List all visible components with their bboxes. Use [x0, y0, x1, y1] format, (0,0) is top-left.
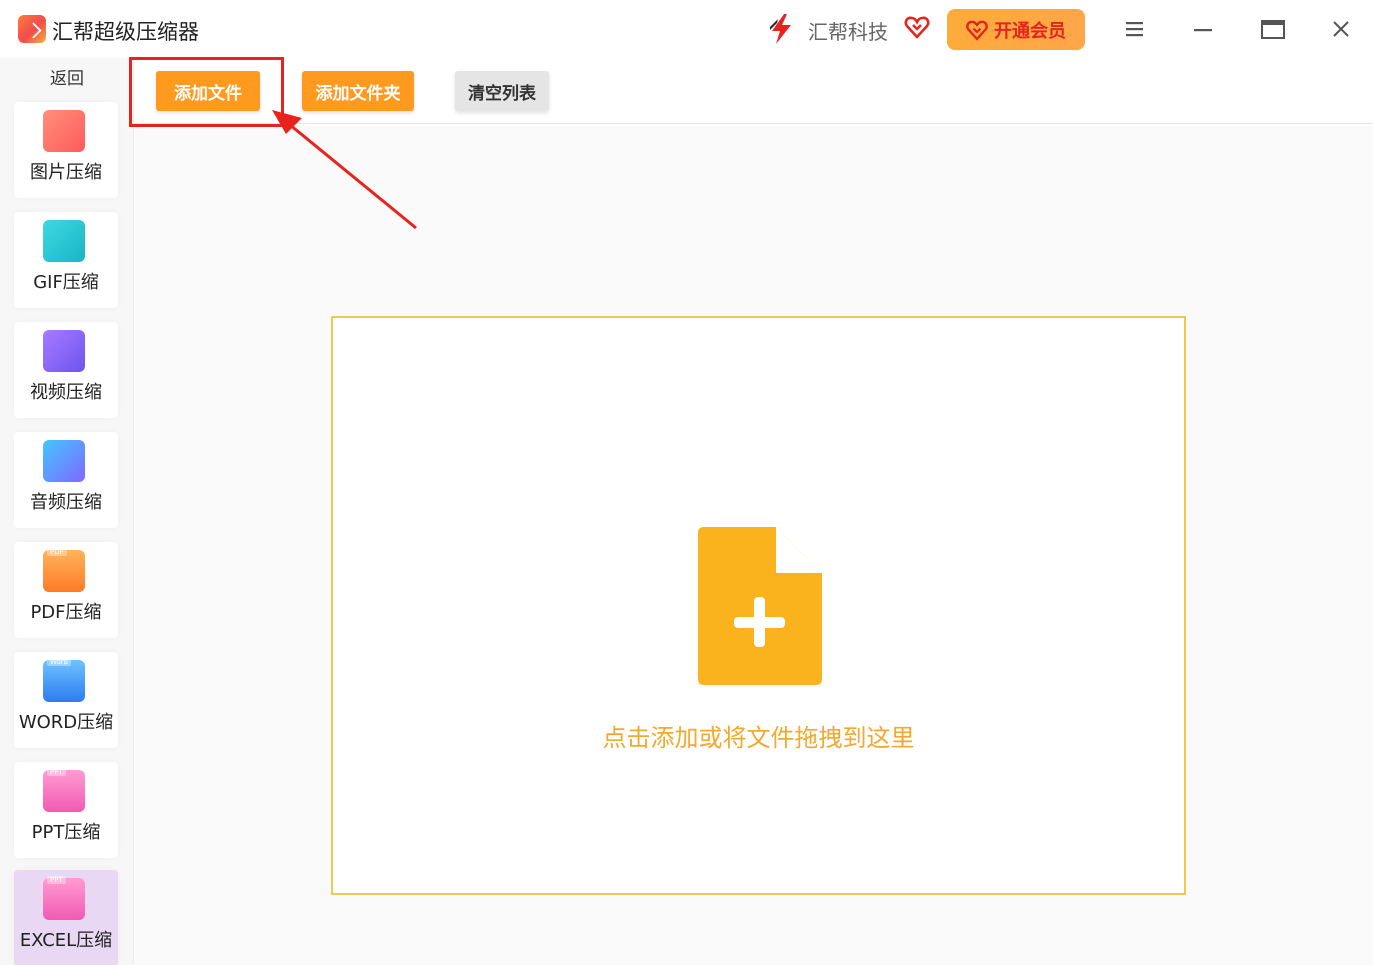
gif-compress-icon [43, 220, 85, 262]
clear-list-button[interactable]: 清空列表 [455, 71, 549, 111]
back-link[interactable]: 返回 [0, 64, 134, 89]
sidebar-item-ppt-compress[interactable]: PPT PPT压缩 [14, 762, 118, 858]
drop-hint-text: 点击添加或将文件拖拽到这里 [602, 724, 915, 752]
heart-icon[interactable] [904, 14, 930, 40]
pdf-compress-icon: PDF [43, 548, 85, 592]
drop-zone[interactable]: 点击添加或将文件拖拽到这里 [331, 316, 1186, 895]
app-title: 汇帮超级压缩器 [52, 20, 199, 44]
minimize-icon[interactable] [1188, 14, 1218, 44]
sidebar-item-label: PPT压缩 [31, 822, 101, 843]
sidebar: 返回 图片压缩 GIF压缩 视频压缩 音频压缩 PDF PDF压缩 Word W… [0, 58, 134, 965]
video-compress-icon [43, 330, 85, 372]
excel-compress-icon: PPT [43, 876, 85, 920]
ppt-tag: PPT [47, 768, 66, 776]
ppt-compress-icon: PPT [43, 768, 85, 812]
title-bar: 汇帮超级压缩器 汇帮科技 开通会员 [0, 0, 1373, 58]
highlight-box [129, 57, 284, 127]
sidebar-item-label: EXCEL压缩 [19, 930, 113, 951]
word-tag: Word [47, 658, 71, 666]
maximize-icon[interactable] [1258, 14, 1288, 44]
sidebar-item-excel-compress[interactable]: PPT EXCEL压缩 [14, 870, 118, 965]
vip-label: 开通会员 [994, 20, 1066, 42]
pdf-tag: PDF [47, 548, 67, 556]
image-compress-icon [43, 110, 85, 152]
vip-heart-icon [966, 20, 988, 41]
brand-name: 汇帮科技 [808, 20, 888, 44]
sidebar-item-label: 视频压缩 [30, 382, 102, 403]
menu-icon[interactable] [1120, 14, 1150, 44]
add-file-icon [698, 527, 822, 685]
sidebar-item-label: 图片压缩 [30, 162, 102, 183]
sidebar-item-word-compress[interactable]: Word WORD压缩 [14, 652, 118, 748]
pointer-arrow-icon [272, 110, 417, 230]
excel-tag: PPT [47, 876, 66, 884]
sidebar-item-video-compress[interactable]: 视频压缩 [14, 322, 118, 418]
sidebar-item-label: GIF压缩 [33, 272, 99, 293]
word-compress-icon: Word [43, 658, 85, 702]
sidebar-item-label: PDF压缩 [30, 602, 102, 623]
vip-button[interactable]: 开通会员 [947, 9, 1085, 50]
sidebar-item-gif-compress[interactable]: GIF压缩 [14, 212, 118, 308]
close-icon[interactable] [1326, 14, 1356, 44]
sidebar-item-label: WORD压缩 [18, 712, 114, 733]
sidebar-item-pdf-compress[interactable]: PDF PDF压缩 [14, 542, 118, 638]
app-logo-icon [18, 15, 46, 43]
sidebar-item-label: 音频压缩 [30, 492, 102, 513]
brand-logo-icon [770, 14, 791, 44]
sidebar-item-image-compress[interactable]: 图片压缩 [14, 102, 118, 198]
sidebar-item-audio-compress[interactable]: 音频压缩 [14, 432, 118, 528]
audio-compress-icon [43, 440, 85, 482]
